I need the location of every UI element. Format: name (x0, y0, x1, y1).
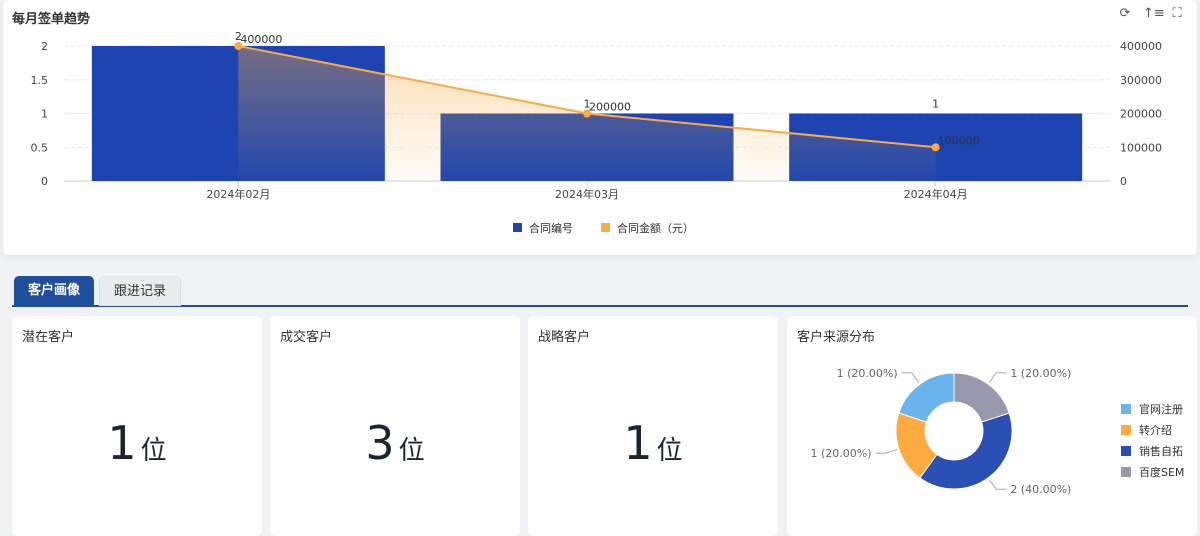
legend-item[interactable]: 转介绍 (1121, 419, 1184, 440)
y-right-tick: 400000 (1120, 40, 1162, 53)
kpi-title: 成交客户 (280, 330, 333, 345)
legend-swatch (1121, 466, 1131, 477)
legend-label: 销售自拓 (1139, 444, 1183, 458)
pie-label: 1 (20.00%) (1010, 367, 1071, 380)
legend-item[interactable]: 销售自拓 (1121, 440, 1184, 461)
kpi-unit: 位 (656, 436, 683, 466)
y-right-tick: 0 (1120, 175, 1127, 188)
legend-swatch (513, 223, 522, 232)
line-label: 200000 (589, 101, 631, 114)
kpi-value: 1 (623, 416, 653, 470)
legend-item[interactable]: 百度SEM (1121, 461, 1184, 482)
y-right-tick: 300000 (1120, 74, 1162, 87)
legend-swatch (601, 223, 610, 232)
pie-label: 1 (20.00%) (837, 367, 898, 380)
legend-label: 合同金额（元） (617, 221, 694, 235)
line-label: 400000 (240, 33, 282, 46)
tab-customer-profile[interactable]: 客户画像 (14, 276, 95, 306)
y-left-tick: 0 (41, 175, 48, 188)
y-right-tick: 200000 (1120, 108, 1162, 121)
x-tick-label: 2024年02月 (206, 187, 270, 201)
y-left-tick: 0.5 (31, 141, 49, 154)
kpi-unit: 位 (140, 436, 167, 466)
monthly-trend-card: 每月签单趋势 ⟳ ↑≡ ⛶ 0 0 0.5 100000 1 200000 1.5 30000… (3, 0, 1197, 255)
pie-slice (919, 412, 1013, 490)
tab-bar: 客户画像 跟进记录 (12, 276, 1188, 307)
pie-label-line (875, 449, 898, 454)
kpi-card-closed: 成交客户 3位 (270, 316, 520, 536)
trend-chart: 0 00.5 1000001 2000001.5 3000002 40000022024年… (31, 30, 1163, 235)
x-tick-label: 2024年03月 (555, 187, 619, 201)
legend-label: 转介绍 (1139, 423, 1172, 437)
pie-label: 2 (40.00%) (1010, 483, 1071, 496)
pie-slice (953, 372, 1010, 423)
pie-slice (898, 372, 955, 423)
pie-label-line (988, 479, 1007, 490)
legend-swatch (1121, 445, 1131, 456)
pie-label-line (988, 372, 1007, 383)
y-right-tick: 100000 (1120, 141, 1162, 154)
legend-swatch (1121, 424, 1131, 435)
tab-follow-up-records[interactable]: 跟进记录 (99, 276, 182, 306)
y-left-tick: 2 (41, 40, 48, 53)
pie-label-line (901, 372, 920, 383)
kpi-title: 战略客户 (538, 330, 591, 345)
x-tick-label: 2024年04月 (904, 187, 968, 201)
kpi-card-potential: 潜在客户 1位 (12, 316, 262, 536)
kpi-value: 3 (365, 416, 395, 470)
kpi-card-strategic: 战略客户 1位 (528, 316, 778, 536)
kpi-unit: 位 (398, 436, 425, 466)
legend-swatch (1121, 403, 1131, 414)
kpi-value: 1 (107, 416, 137, 470)
y-left-tick: 1.5 (31, 74, 49, 87)
bar-label: 1 (932, 98, 939, 111)
legend-label: 官网注册 (1139, 402, 1183, 416)
line-label: 100000 (938, 134, 980, 147)
pie-label: 1 (20.00%) (810, 447, 871, 460)
legend-label: 合同编号 (529, 221, 573, 235)
kpi-title: 潜在客户 (22, 330, 75, 345)
legend-label: 百度SEM (1139, 465, 1185, 479)
source-pie-chart: 1 (20.00%) 1 (20.00%) 2 (40.00%) 1 (20.00%) (810, 367, 1071, 496)
y-left-tick: 1 (41, 108, 48, 121)
pie-legend: 官网注册 转介绍 销售自拓 百度SEM (1121, 398, 1184, 482)
legend-item[interactable]: 官网注册 (1121, 398, 1184, 419)
